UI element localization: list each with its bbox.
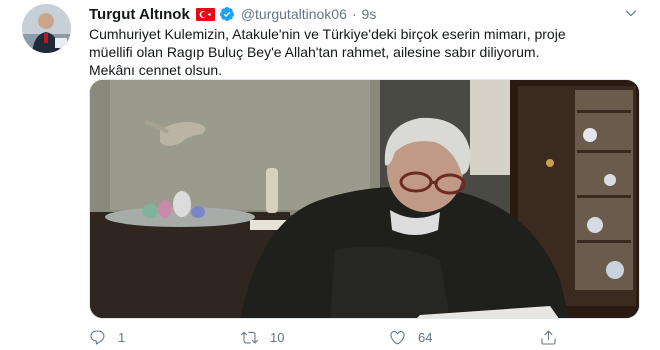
timestamp[interactable]: 9s [362,6,377,22]
tweet-photo[interactable] [89,79,640,319]
tweet-text-line: Mekânı cennet olsun. [89,62,223,78]
verified-badge-icon [219,7,234,21]
tweet-text-line: müellifi olan Ragıp Buluç Bey'e Allah'ta… [89,44,540,60]
heart-icon [390,330,405,344]
share-icon [541,330,556,345]
retweet-icon [241,331,258,343]
share-button[interactable] [540,327,557,347]
reply-icon [90,330,105,345]
avatar-photo [22,4,71,53]
reply-button[interactable]: 1 [89,327,125,347]
like-button[interactable]: 64 [389,327,432,347]
author-handle[interactable]: @turgutaltinok06 [241,6,347,22]
chevron-down-icon[interactable] [624,6,638,20]
reply-count: 1 [118,329,126,345]
photo-illustration [90,80,639,318]
tweet-text: Cumhuriyet Kulemizin, Atakule'nin ve Tür… [89,25,644,79]
like-count: 64 [418,329,433,345]
retweet-count: 10 [270,329,285,345]
tweet-text-line: Cumhuriyet Kulemizin, Atakule'nin ve Tür… [89,26,566,42]
tweet-header: Turgut Altınok @turgutaltinok06 · 9s [89,4,376,24]
avatar[interactable] [22,4,71,53]
turkey-flag-icon [195,7,215,21]
retweet-button[interactable]: 10 [241,327,284,347]
tweet-actions: 1 10 64 [89,327,609,347]
separator-dot: · [351,6,357,22]
tweet-card[interactable]: Turgut Altınok @turgutaltinok06 · 9s Cum… [0,0,660,350]
author-name[interactable]: Turgut Altınok [89,6,190,23]
